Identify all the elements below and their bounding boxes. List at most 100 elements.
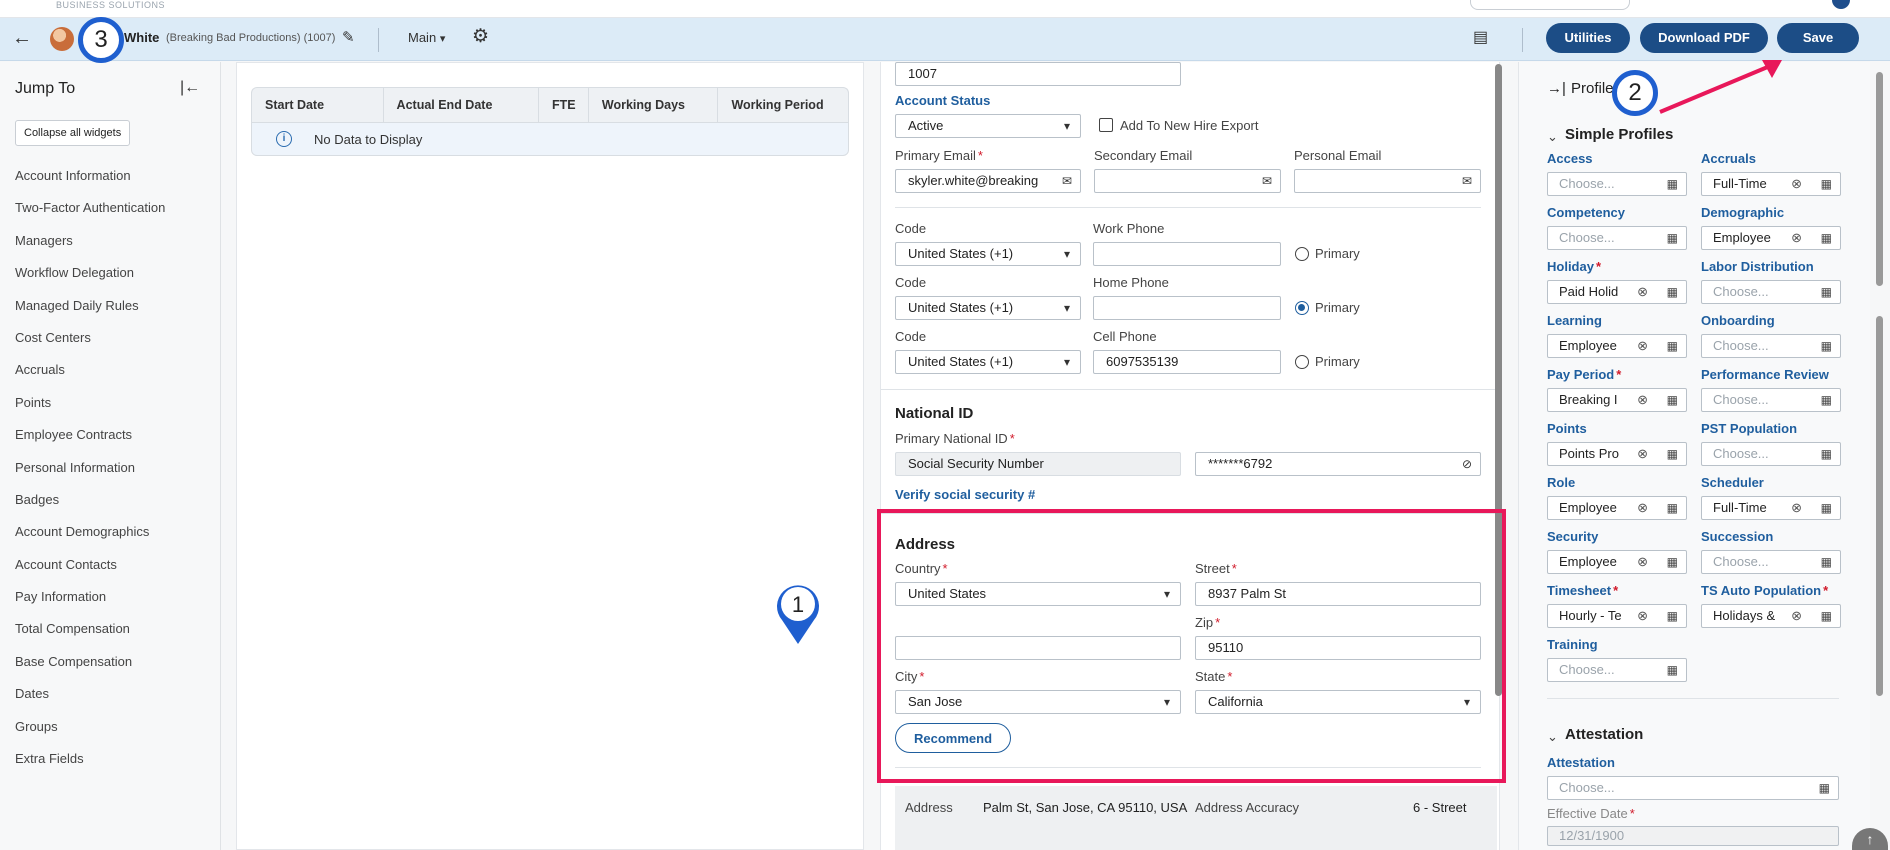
role-profile-picker[interactable]: Employee ⊗ ▦ — [1547, 496, 1687, 520]
chevron-down-icon[interactable]: ⌄ — [1547, 129, 1558, 145]
column-header[interactable]: Working Days — [589, 88, 719, 122]
attestation-picker[interactable]: Choose... ▦ — [1547, 776, 1839, 800]
sidebar-item[interactable]: Employee Contracts — [15, 427, 165, 459]
collapse-all-widgets-button[interactable]: Collapse all widgets — [15, 120, 131, 146]
sidebar-item[interactable]: Pay Information — [15, 589, 165, 621]
sidebar-item[interactable]: Accruals — [15, 362, 165, 394]
access-profile-picker[interactable]: Choose... ▦ — [1547, 172, 1687, 196]
cell-country-code-select[interactable]: United States (+1) — [895, 350, 1081, 374]
top-user-avatar[interactable] — [1832, 0, 1850, 9]
pst-population-profile-picker[interactable]: Choose... ▦ — [1701, 442, 1841, 466]
points-profile-picker[interactable]: Points Pro ⊗ ▦ — [1547, 442, 1687, 466]
chat-icon[interactable]: ▤ — [1473, 27, 1488, 47]
top-search-pill[interactable] — [1470, 0, 1630, 10]
personal-email-input[interactable]: ✉ — [1294, 169, 1481, 193]
sidebar-item[interactable]: Account Demographics — [15, 524, 165, 556]
user-edit-icon[interactable]: ✎ — [342, 28, 355, 46]
save-button[interactable]: Save — [1777, 23, 1859, 53]
picker-icon: ▦ — [1818, 173, 1832, 195]
expand-panel-icon[interactable]: →| — [1547, 80, 1566, 97]
sidebar-item[interactable]: Personal Information — [15, 460, 165, 492]
arrow-to-save-icon — [1659, 60, 1782, 114]
home-primary-radio[interactable] — [1295, 301, 1309, 315]
cell-primary-radio[interactable] — [1295, 355, 1309, 369]
utilities-button[interactable]: Utilities — [1546, 23, 1630, 53]
training-profile-picker[interactable]: Choose... ▦ — [1547, 658, 1687, 682]
scroll-to-top-icon[interactable]: ↑ — [1852, 828, 1888, 850]
primary-email-input[interactable]: skyler.white@breaking ✉ — [895, 169, 1081, 193]
pay-period-profile-picker[interactable]: Breaking I ⊗ ▦ — [1547, 388, 1687, 412]
download-pdf-button[interactable]: Download PDF — [1640, 23, 1768, 53]
column-header[interactable]: Actual End Date — [384, 88, 540, 122]
clear-icon: ⊗ — [1790, 227, 1803, 249]
sidebar-item[interactable]: Workflow Delegation — [15, 265, 165, 297]
page-scrollbar[interactable] — [1876, 72, 1883, 286]
sidebar-item[interactable]: Dates — [15, 686, 165, 718]
work-phone-input[interactable] — [1093, 242, 1281, 266]
labor-distribution-profile-picker[interactable]: Choose... ▦ — [1701, 280, 1841, 304]
picker-icon: ▦ — [1664, 389, 1678, 411]
chevron-down-icon: ▾ — [439, 33, 446, 45]
timesheet-profile-picker[interactable]: Hourly - Te ⊗ ▦ — [1547, 604, 1687, 628]
sidebar-item[interactable]: Points — [15, 395, 165, 427]
picker-icon: ▦ — [1818, 497, 1832, 519]
succession-profile-picker[interactable]: Choose... ▦ — [1701, 550, 1841, 574]
holiday-profile-picker[interactable]: Paid Holid ⊗ ▦ — [1547, 280, 1687, 304]
account-id-field[interactable]: 1007 — [895, 62, 1181, 86]
employee-header: ← White (Breaking Bad Productions) (1007… — [0, 18, 1890, 61]
gear-icon[interactable]: ⚙ — [472, 25, 489, 48]
sidebar-item[interactable]: Cost Centers — [15, 330, 165, 362]
profile-label: Timesheet * — [1547, 583, 1619, 598]
sidebar-item[interactable]: Groups — [15, 719, 165, 751]
home-phone-input[interactable] — [1093, 296, 1281, 320]
cell-phone-input[interactable]: 6097535139 — [1093, 350, 1281, 374]
marker-1-pin: 1 — [777, 585, 819, 644]
sidebar-item[interactable]: Total Compensation — [15, 621, 165, 653]
accruals-profile-picker[interactable]: Full-Time ⊗ ▦ — [1701, 172, 1841, 196]
learning-profile-picker[interactable]: Employee ⊗ ▦ — [1547, 334, 1687, 358]
sidebar-item[interactable]: Badges — [15, 492, 165, 524]
sidebar-item[interactable]: Managers — [15, 233, 165, 265]
sidebar-item[interactable]: Base Compensation — [15, 654, 165, 686]
profile-label: Onboarding — [1701, 313, 1775, 328]
jump-to-sidebar: Jump To |← Collapse all widgets Account … — [0, 62, 221, 850]
effective-date-input[interactable]: 12/31/1900 — [1547, 826, 1839, 846]
onboarding-profile-picker[interactable]: Choose... ▦ — [1701, 334, 1841, 358]
attestation-group-title[interactable]: Attestation — [1565, 726, 1643, 743]
collapse-sidebar-icon[interactable]: |← — [180, 79, 200, 97]
scheduler-profile-picker[interactable]: Full-Time ⊗ ▦ — [1701, 496, 1841, 520]
sidebar-item[interactable]: Extra Fields — [15, 751, 165, 783]
new-hire-export-checkbox[interactable] — [1099, 118, 1113, 132]
sidebar-item[interactable]: Two-Factor Authentication — [15, 200, 165, 232]
view-dropdown[interactable]: Main ▾ — [408, 30, 445, 45]
profile-label: Scheduler — [1701, 475, 1764, 490]
national-id-value-input[interactable]: *******6792 ⊘ — [1195, 452, 1481, 476]
competency-profile-picker[interactable]: Choose... ▦ — [1547, 226, 1687, 250]
back-arrow-icon[interactable]: ← — [12, 27, 32, 50]
ts-auto-population-profile-picker[interactable]: Holidays & ⊗ ▦ — [1701, 604, 1841, 628]
picker-icon: ▦ — [1818, 227, 1832, 249]
simple-profiles-title[interactable]: Simple Profiles — [1565, 126, 1673, 143]
attestation-label: Attestation — [1547, 755, 1615, 770]
sidebar-item[interactable]: Account Information — [15, 168, 165, 200]
performance-review-profile-picker[interactable]: Choose... ▦ — [1701, 388, 1841, 412]
verify-ssn-link[interactable]: Verify social security # — [895, 487, 1035, 502]
page-scrollbar-lower[interactable] — [1876, 316, 1883, 696]
demographic-profile-picker[interactable]: Employee ⊗ ▦ — [1701, 226, 1841, 250]
column-header[interactable]: FTE — [539, 88, 589, 122]
home-country-code-select[interactable]: United States (+1) — [895, 296, 1081, 320]
column-header[interactable]: Start Date — [252, 88, 384, 122]
address-summary-value: Palm St, San Jose, CA 95110, USA — [983, 800, 1188, 815]
picker-icon: ▦ — [1818, 605, 1832, 627]
work-country-code-select[interactable]: United States (+1) — [895, 242, 1081, 266]
column-header[interactable]: Working Period — [718, 88, 848, 122]
secondary-email-input[interactable]: ✉ — [1094, 169, 1281, 193]
work-primary-radio[interactable] — [1295, 247, 1309, 261]
sidebar-item[interactable]: Account Contacts — [15, 557, 165, 589]
sidebar-item[interactable]: Managed Daily Rules — [15, 298, 165, 330]
security-profile-picker[interactable]: Employee ⊗ ▦ — [1547, 550, 1687, 574]
employee-name: White — [124, 30, 160, 45]
picker-icon: ▦ — [1664, 605, 1678, 627]
account-status-select[interactable]: Active — [895, 114, 1081, 138]
chevron-down-icon[interactable]: ⌄ — [1547, 729, 1558, 745]
